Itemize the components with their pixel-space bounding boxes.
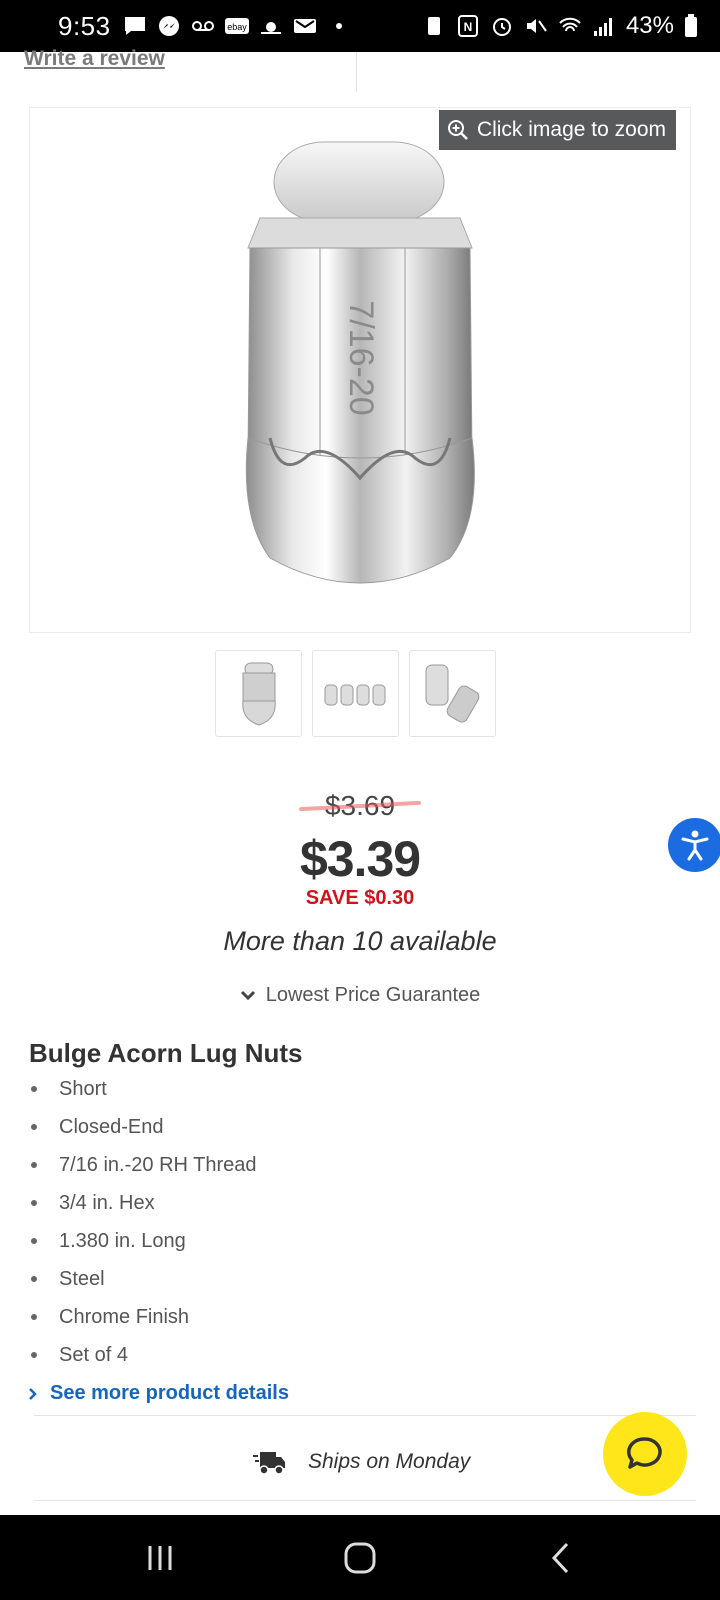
weather-icon: [260, 22, 281, 34]
feature-text: Chrome Finish: [59, 1306, 190, 1328]
feature-text: Steel: [59, 1268, 105, 1290]
feature-item: 7/16 in.-20 RH Thread: [29, 1146, 257, 1184]
accessibility-icon: [681, 830, 709, 861]
feature-item: 3/4 in. Hex: [29, 1184, 257, 1222]
product-image-box[interactable]: Click image to zoom 7/16-20: [29, 107, 691, 633]
system-icons: N 43%: [422, 12, 698, 40]
status-time: 9:53: [58, 10, 111, 41]
chat-bubble-icon: [627, 1437, 662, 1469]
feature-item: 1.380 in. Long: [29, 1222, 257, 1260]
bullet: [31, 1238, 37, 1244]
thumb-lug-nut-icon: [241, 662, 276, 726]
battery-percent: 43%: [625, 12, 674, 39]
battery-icon: [685, 14, 697, 37]
voicemail-icon: [191, 21, 214, 31]
battery-saver-icon: [427, 17, 440, 35]
bullet: [31, 1200, 37, 1206]
product-title: Bulge Acorn Lug Nuts: [29, 1038, 303, 1068]
more-dot-icon: [335, 23, 342, 29]
thumbnail-strip: [215, 650, 496, 737]
back-button[interactable]: [530, 1528, 590, 1588]
see-more-details-link[interactable]: See more product details: [28, 1382, 289, 1405]
system-nav-bar: [0, 1515, 720, 1600]
svg-text:7/16-20: 7/16-20: [342, 300, 380, 415]
chevron-down-icon: [240, 990, 255, 1000]
delivery-truck-icon: [253, 1452, 285, 1475]
thumbnail-set[interactable]: [312, 650, 399, 737]
feature-item: Steel: [29, 1260, 257, 1298]
mute-icon: [526, 19, 547, 33]
mail-icon: [293, 19, 316, 33]
wifi-icon: [559, 17, 581, 32]
lug-nut-image: 7/16-20: [245, 141, 475, 584]
feature-item: Closed-End: [29, 1108, 257, 1146]
bullet: [31, 1276, 37, 1282]
original-price: $3.69: [0, 790, 720, 822]
page: 9:53 ebay N 43% Write a review Click ima…: [0, 0, 720, 1600]
thumbnail-single[interactable]: [215, 650, 302, 737]
recent-apps-icon: [148, 1545, 172, 1570]
price-guarantee-toggle[interactable]: Lowest Price Guarantee: [0, 984, 720, 1007]
feature-text: 1.380 in. Long: [59, 1230, 186, 1252]
feature-text: 7/16 in.-20 RH Thread: [59, 1154, 257, 1176]
feature-item: Chrome Finish: [29, 1298, 257, 1336]
feature-item: Set of 4: [29, 1336, 257, 1374]
svg-text:ebay: ebay: [227, 22, 247, 32]
thumbnail-pair[interactable]: [409, 650, 496, 737]
alarm-icon: [492, 18, 511, 36]
divider: [34, 1415, 696, 1416]
sale-price: $3.39: [299, 831, 421, 887]
signal-icon: [593, 18, 612, 36]
availability-text: More than 10 available: [223, 926, 497, 956]
write-review-link[interactable]: Write a review: [24, 47, 165, 71]
bullet: [31, 1162, 37, 1168]
feature-text: 3/4 in. Hex: [59, 1192, 155, 1214]
divider: [34, 1500, 696, 1501]
guarantee-label: Lowest Price Guarantee: [265, 984, 481, 1006]
see-more-label: See more product details: [50, 1382, 289, 1404]
feature-text: Closed-End: [59, 1116, 164, 1138]
home-icon: [344, 1542, 376, 1573]
messenger-icon: [158, 16, 179, 36]
feature-item: Short: [29, 1070, 257, 1108]
shipping-info: Ships on Monday: [252, 1448, 470, 1476]
feature-text: Set of 4: [59, 1344, 128, 1366]
feature-list: Short Closed-End 7/16 in.-20 RH Thread 3…: [29, 1070, 257, 1374]
feature-text: Short: [59, 1078, 107, 1100]
chat-button[interactable]: [603, 1412, 687, 1496]
accessibility-button[interactable]: [668, 818, 720, 872]
notification-icons: ebay: [123, 15, 351, 37]
status-bar: 9:53 ebay N 43%: [0, 0, 720, 52]
nfc-icon: N: [457, 15, 478, 37]
recent-apps-button[interactable]: [130, 1528, 190, 1588]
chevron-right-icon: [29, 1387, 37, 1400]
shipping-text: Ships on Monday: [308, 1450, 471, 1473]
original-price-value: $3.69: [324, 790, 396, 821]
bullet: [31, 1314, 37, 1320]
divider: [356, 52, 357, 92]
bullet: [31, 1124, 37, 1130]
back-icon: [551, 1542, 569, 1573]
svg-text:N: N: [464, 20, 473, 34]
home-button[interactable]: [330, 1528, 390, 1588]
bullet: [31, 1086, 37, 1092]
message-icon: [124, 17, 145, 35]
savings-text: SAVE $0.30: [305, 887, 415, 909]
bullet: [31, 1352, 37, 1358]
ebay-icon: ebay: [224, 18, 249, 34]
thumb-set-icon: [324, 684, 385, 705]
thumb-pair-icon: [425, 664, 479, 723]
